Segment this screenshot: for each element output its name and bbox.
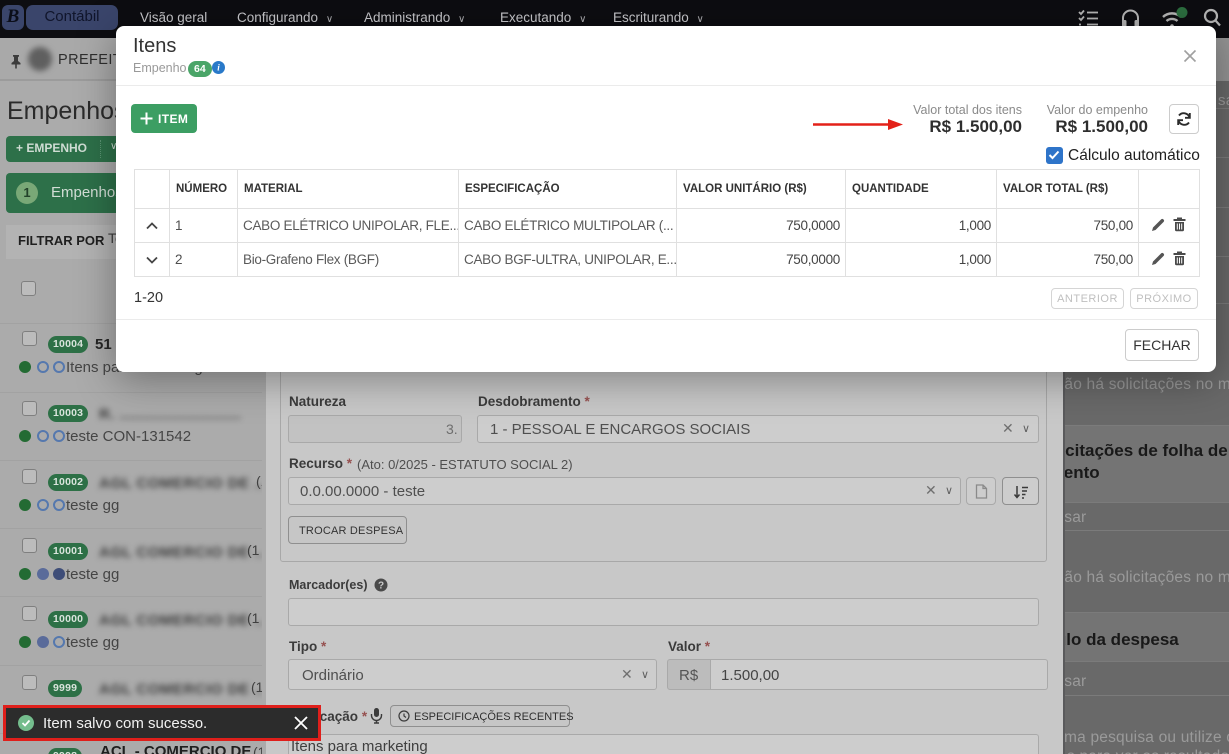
svg-text:?: ? bbox=[378, 581, 384, 592]
